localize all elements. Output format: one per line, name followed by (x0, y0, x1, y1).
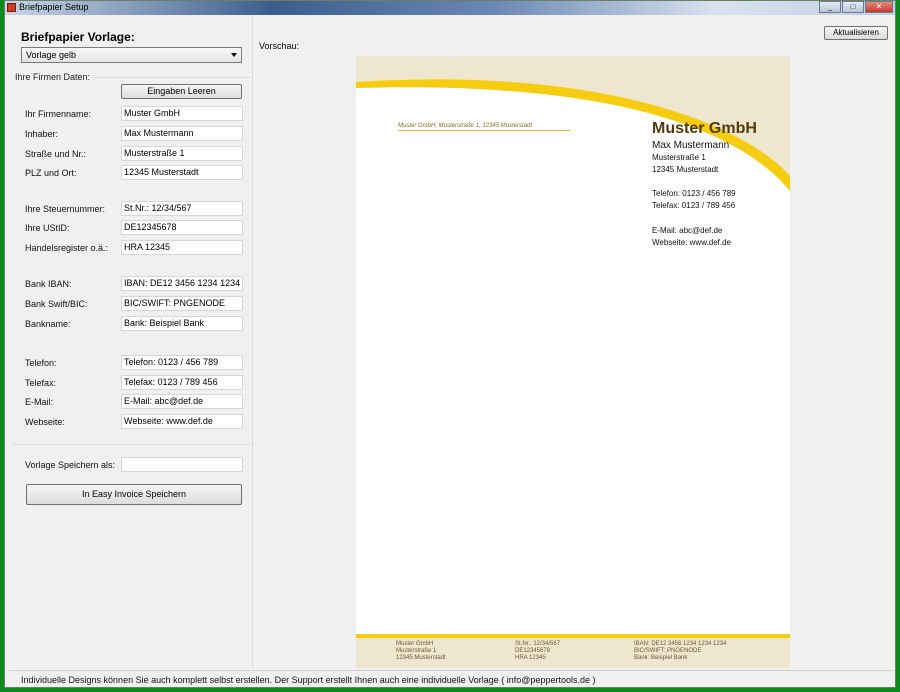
preview-label: Vorschau: (259, 41, 300, 51)
vat-id-label: Ihre UStID: (25, 223, 70, 233)
footer-line: 12345 Musterstadt (396, 655, 446, 661)
letterhead-swoosh (356, 56, 790, 191)
refresh-button[interactable]: Aktualisieren (824, 26, 888, 40)
company-name-label: Ihr Firmenname: (25, 109, 92, 119)
footer-line: IBAN: DE12 3456 1234 1234 1234 (634, 641, 727, 647)
window-title: Briefpapier Setup (19, 2, 89, 12)
footer-bank-column: IBAN: DE12 3456 1234 1234 1234 BIC/SWIFT… (634, 641, 726, 662)
footer-line: St.Nr.: 12/34/567 (515, 641, 561, 647)
trade-register-input[interactable]: HRA 12345 (121, 240, 243, 255)
section-divider (13, 444, 251, 445)
company-name-input[interactable]: Muster GmbH (121, 106, 243, 121)
footer-line: DE12345678 (515, 648, 551, 654)
bic-label: Bank Swift/BIC: (25, 299, 88, 309)
tax-number-label: Ihre Steuernummer: (25, 204, 106, 214)
email-label: E-Mail: (25, 397, 54, 407)
letterhead-preview: Muster GmbH, Musterstraße 1, 12345 Muste… (356, 56, 790, 668)
template-heading: Briefpapier Vorlage: (21, 30, 135, 44)
phone-label: Telefon: (25, 358, 57, 368)
close-button[interactable]: ✕ (865, 1, 893, 13)
letter-website: Webseite: www.def.de (652, 238, 732, 247)
footer-line: BIC/SWIFT: PNGENODE (634, 648, 702, 654)
bank-name-label: Bankname: (25, 319, 71, 329)
website-label: Webseite: (25, 417, 65, 427)
title-bar[interactable]: Briefpapier Setup _ □ ✕ (5, 1, 895, 15)
vat-id-input[interactable]: DE12345678 (121, 220, 243, 235)
minimize-button[interactable]: _ (819, 1, 841, 13)
company-data-group-label: Ihre Firmen Daten: (15, 72, 94, 82)
letter-company-name: Muster GmbH (652, 120, 757, 137)
maximize-button[interactable]: □ (842, 1, 864, 13)
save-as-label: Vorlage Speichern als: (25, 460, 116, 470)
street-label: Straße und Nr.: (25, 149, 87, 159)
chevron-down-icon (231, 53, 237, 57)
clear-inputs-button[interactable]: Eingaben Leeren (121, 84, 242, 99)
fax-input[interactable]: Telefax: 0123 / 789 456 (121, 375, 243, 390)
owner-label: Inhaber: (25, 129, 59, 139)
sender-address-line: Muster GmbH, Musterstraße 1, 12345 Muste… (398, 123, 570, 131)
letter-phone: Telefon: 0123 / 456 789 (652, 189, 736, 198)
footer-line: Musterstraße 1 (396, 648, 437, 654)
window-controls: _ □ ✕ (819, 1, 893, 13)
trade-register-label: Handelsregister o.ä.: (25, 243, 109, 253)
save-as-input[interactable] (121, 457, 243, 472)
footer-tax-column: St.Nr.: 12/34/567 DE12345678 HRA 12345 (515, 641, 560, 662)
app-window: Briefpapier Setup _ □ ✕ Briefpapier Vorl… (4, 0, 896, 688)
iban-input[interactable]: IBAN: DE12 3456 1234 1234 1234 (121, 276, 243, 291)
zip-city-label: PLZ und Ort: (25, 168, 77, 178)
template-select[interactable]: Vorlage gelb (21, 47, 242, 63)
status-divider (9, 670, 893, 671)
letter-email: E-Mail: abc@def.de (652, 226, 723, 235)
bic-input[interactable]: BIC/SWIFT: PNGENODE (121, 296, 243, 311)
owner-input[interactable]: Max Mustermann (121, 126, 243, 141)
letter-fax: Telefax: 0123 / 789 456 (652, 201, 736, 210)
footer-line: Muster GmbH (396, 641, 434, 647)
footer-address-column: Muster GmbH Musterstraße 1 12345 Musters… (396, 641, 446, 662)
save-to-easy-invoice-button[interactable]: In Easy Invoice Speichern (26, 484, 242, 505)
letter-footer: Muster GmbH Musterstraße 1 12345 Musters… (356, 634, 790, 668)
website-input[interactable]: Webseite: www.def.de (121, 414, 243, 429)
letter-owner: Max Mustermann (652, 140, 730, 151)
tax-number-input[interactable]: St.Nr.: 12/34/567 (121, 201, 243, 216)
letter-street: Musterstraße 1 (652, 153, 706, 162)
app-icon (7, 3, 16, 12)
footer-line: HRA 12345 (515, 655, 546, 661)
footer-line: Bank: Beispiel Bank (634, 655, 688, 661)
letter-city: 12345 Musterstadt (652, 165, 719, 174)
phone-input[interactable]: Telefon: 0123 / 456 789 (121, 355, 243, 370)
email-input[interactable]: E-Mail: abc@def.de (121, 394, 243, 409)
company-data-panel: Briefpapier Vorlage: Vorlage gelb Ihre F… (9, 17, 253, 669)
iban-label: Bank IBAN: (25, 279, 72, 289)
status-hint-text: Individuelle Designs können Sie auch kom… (21, 675, 596, 685)
bank-name-input[interactable]: Bank: Beispiel Bank (121, 316, 243, 331)
template-select-value: Vorlage gelb (26, 50, 77, 60)
street-input[interactable]: Musterstraße 1 (121, 146, 243, 161)
fax-label: Telefax: (25, 378, 57, 388)
zip-city-input[interactable]: 12345 Musterstadt (121, 165, 243, 180)
